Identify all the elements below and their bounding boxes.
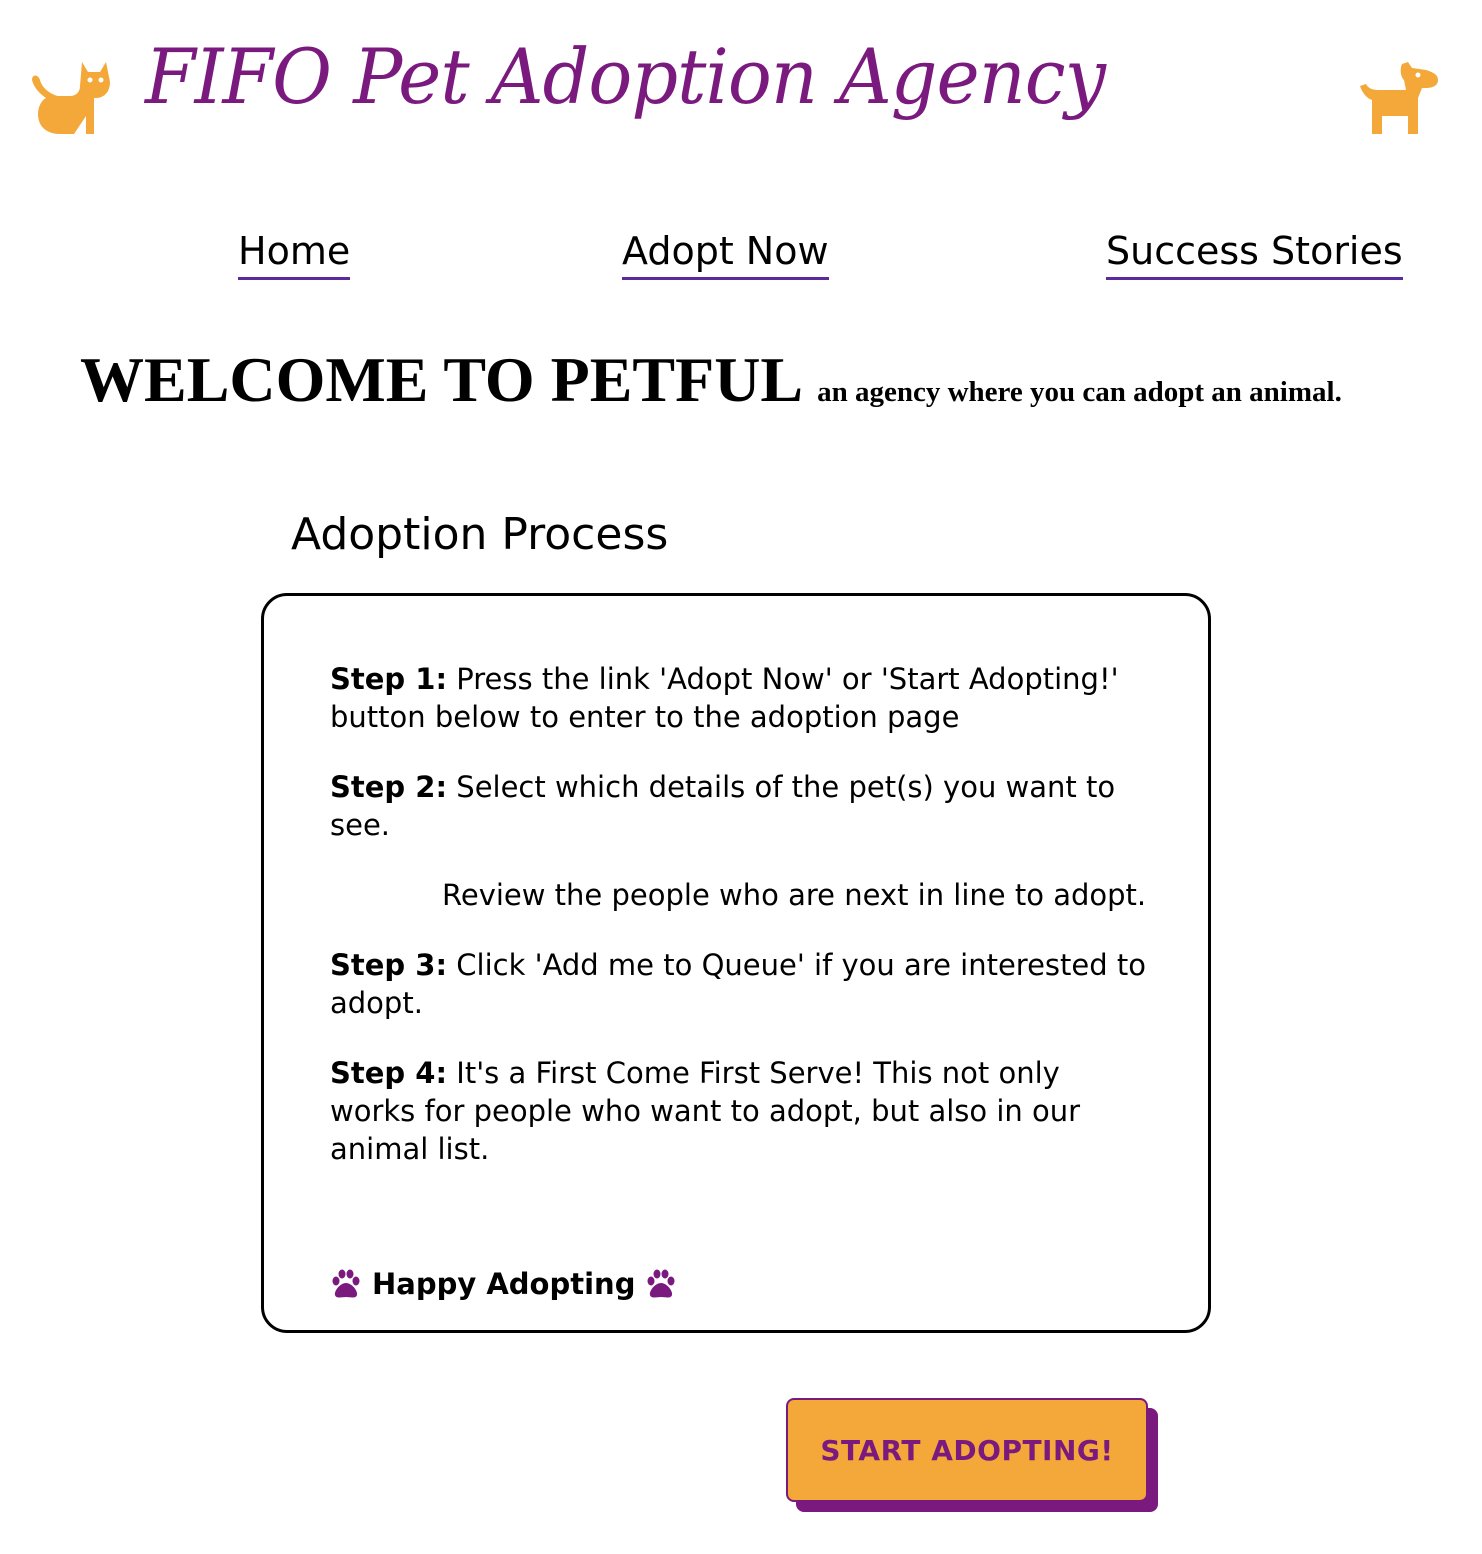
- adoption-process-box: Step 1: Press the link 'Adopt Now' or 'S…: [261, 593, 1211, 1333]
- step-label: Step 3:: [330, 948, 448, 982]
- nav-success-stories-link[interactable]: Success Stories: [1106, 225, 1403, 280]
- step-text: Click 'Add me to Queue' if you are inter…: [330, 948, 1146, 1020]
- step-text: Press the link 'Adopt Now' or 'Start Ado…: [330, 662, 1119, 734]
- step-text: Select which details of the pet(s) you w…: [330, 770, 1116, 842]
- welcome-title: WELCOME TO PETFUL: [80, 344, 804, 415]
- step-label: Step 4:: [330, 1056, 448, 1090]
- site-header: FIFO Pet Adoption Agency: [0, 0, 1482, 170]
- welcome-subtitle: an agency where you can adopt an animal.: [817, 376, 1342, 408]
- adoption-process-heading: Adoption Process: [291, 509, 669, 560]
- step-label: Step 1:: [330, 662, 448, 696]
- happy-adopting: Happy Adopting: [330, 1264, 677, 1304]
- step-2-note: Review the people who are next in line t…: [442, 878, 1147, 912]
- paw-icon: [332, 1269, 360, 1298]
- step-3: Step 3: Click 'Add me to Queue' if you a…: [330, 946, 1150, 1022]
- step-2: Step 2: Select which details of the pet(…: [330, 768, 1150, 844]
- cat-icon: [32, 62, 110, 134]
- site-title: FIFO Pet Adoption Agency: [145, 32, 1106, 121]
- dog-icon: [1360, 62, 1438, 134]
- step-label: Step 2:: [330, 770, 448, 804]
- start-adopting-button[interactable]: START ADOPTING!: [786, 1398, 1148, 1502]
- paw-icon: [647, 1269, 675, 1298]
- main-nav: Home Adopt Now Success Stories: [0, 225, 1482, 285]
- nav-adopt-now-link[interactable]: Adopt Now: [622, 225, 829, 280]
- welcome-banner: WELCOME TO PETFUL an agency where you can…: [80, 340, 1420, 420]
- step-4: Step 4: It's a First Come First Serve! T…: [330, 1054, 1150, 1168]
- happy-adopting-text: Happy Adopting: [372, 1267, 636, 1301]
- steps-list: Step 1: Press the link 'Adopt Now' or 'S…: [330, 660, 1150, 1200]
- step-1: Step 1: Press the link 'Adopt Now' or 'S…: [330, 660, 1150, 736]
- nav-home-link[interactable]: Home: [238, 225, 351, 280]
